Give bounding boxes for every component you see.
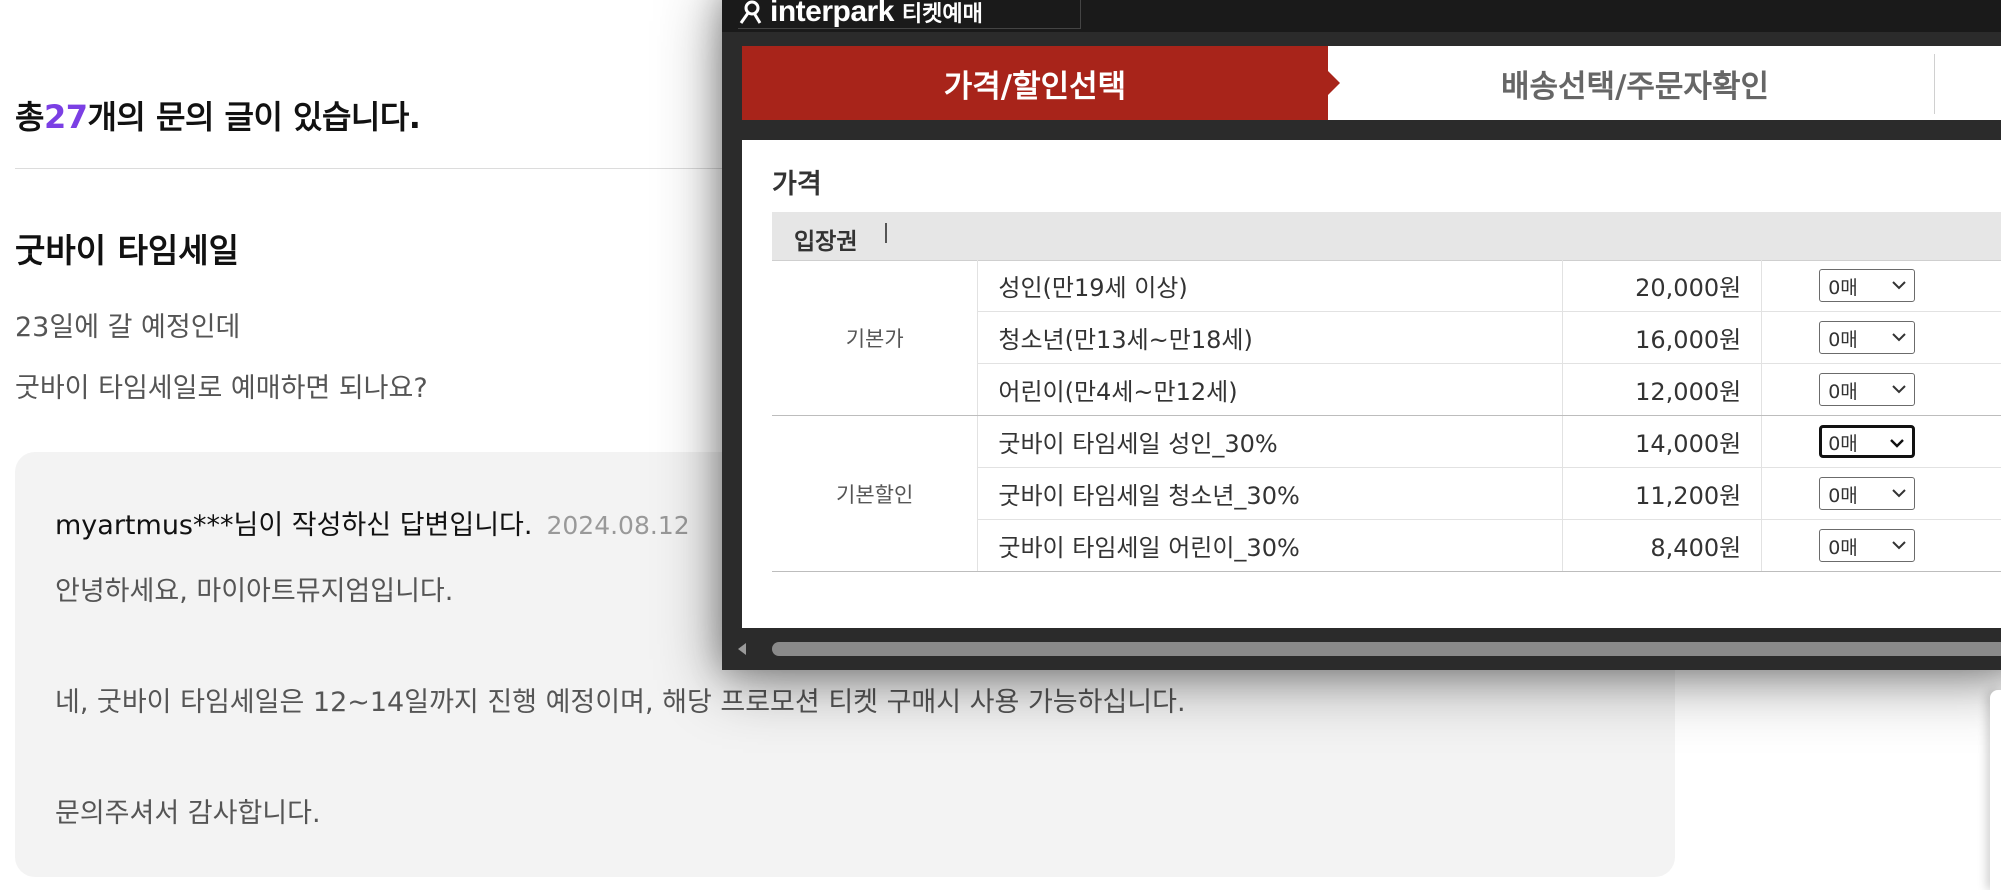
ticket-price: 14,000원 xyxy=(1562,415,1763,468)
table-row: 기본가 성인(만19세 이상) 20,000원 0매 xyxy=(772,260,2001,416)
scrollbar-thumb[interactable] xyxy=(772,642,2001,656)
answer-header: myartmus***님이 작성하신 답변입니다. 2024.08.12 xyxy=(55,503,690,542)
logo-subtitle: 티켓예매 xyxy=(901,2,983,27)
quantity-select[interactable]: 0매 xyxy=(1819,373,1916,406)
quantity-cell: 0매 xyxy=(1761,415,2001,468)
chevron-down-icon xyxy=(1892,541,1906,550)
ticket-name: 성인(만19세 이상) xyxy=(977,260,1563,312)
ticket-price: 12,000원 xyxy=(1562,363,1763,416)
scroll-left-arrow-icon[interactable] xyxy=(734,641,750,657)
inquiry-count-heading: 총27개의 문의 글이 있습니다. xyxy=(15,92,421,138)
interpark-logo-icon xyxy=(739,0,762,24)
count-prefix: 총 xyxy=(15,98,44,136)
answer-line-3: 문의주셔서 감사합니다. xyxy=(55,798,321,829)
background-panel-edge xyxy=(1990,690,2001,890)
logo-text: interpark xyxy=(770,0,894,28)
chevron-down-icon xyxy=(1892,333,1906,342)
header-bar-divider xyxy=(885,223,887,243)
quantity-select[interactable]: 0매 xyxy=(1819,477,1916,510)
quantity-cell: 0매 xyxy=(1761,519,2001,572)
quantity-select[interactable]: 0매 xyxy=(1819,529,1916,562)
popup-titlebar[interactable]: interpark 티켓예매 xyxy=(722,0,2001,32)
count-number: 27 xyxy=(43,98,88,136)
chevron-down-icon xyxy=(1892,489,1906,498)
quantity-select[interactable]: 0매 xyxy=(1819,269,1916,302)
quantity-cell: 0매 xyxy=(1761,363,2001,416)
price-section-title: 가격 xyxy=(772,169,822,200)
quantity-select-focused[interactable]: 0매 xyxy=(1819,425,1916,458)
ticket-type-header: 입장권 xyxy=(772,212,2001,261)
question-line-1: 23일에 갈 예정인데 xyxy=(15,312,241,343)
ticket-name: 어린이(만4세~만12세) xyxy=(977,363,1563,416)
ticket-price: 20,000원 xyxy=(1562,260,1763,312)
quantity-cell: 0매 xyxy=(1761,467,2001,520)
ticket-name: 굿바이 타임세일 청소년_30% xyxy=(977,467,1563,520)
quantity-value: 0매 xyxy=(1828,277,1858,299)
table-row: 기본할인 굿바이 타임세일 성인_30% 14,000원 0매 xyxy=(772,415,2001,572)
horizontal-scrollbar[interactable] xyxy=(722,636,2001,662)
ticket-popup-window: interpark 티켓예매 가격/할인선택 배송선택/주문자확인 가격 입장권… xyxy=(722,0,2001,670)
quantity-select[interactable]: 0매 xyxy=(1819,321,1916,354)
tab-price-discount[interactable]: 가격/할인선택 xyxy=(742,46,1328,120)
ticket-name: 청소년(만13세~만18세) xyxy=(977,311,1563,364)
question-title: 굿바이 타임세일 xyxy=(15,231,240,270)
quantity-cell: 0매 xyxy=(1761,260,2001,312)
ticket-price: 11,200원 xyxy=(1562,467,1763,520)
answer-line-2: 네, 굿바이 타임세일은 12~14일까지 진행 예정이며, 해당 프로모션 티… xyxy=(55,687,1186,718)
ticket-type-label: 입장권 xyxy=(794,229,858,255)
chevron-down-icon xyxy=(1892,281,1906,290)
answer-author: myartmus***님이 작성하신 답변입니다. xyxy=(55,510,533,541)
active-tab-arrow xyxy=(1328,71,1340,95)
tab-delivery-order[interactable]: 배송선택/주문자확인 xyxy=(1340,46,1930,120)
question-line-2: 굿바이 타임세일로 예매하면 되나요? xyxy=(15,373,428,404)
chevron-down-icon xyxy=(1890,439,1905,448)
category-basic-discount: 기본할인 xyxy=(772,415,979,572)
quantity-value: 0매 xyxy=(1828,329,1858,351)
chevron-down-icon xyxy=(1892,385,1906,394)
ticket-name: 굿바이 타임세일 성인_30% xyxy=(977,415,1563,468)
category-basic-price: 기본가 xyxy=(772,260,979,416)
ticket-name: 굿바이 타임세일 어린이_30% xyxy=(977,519,1563,572)
price-table: 기본가 성인(만19세 이상) 20,000원 0매 청소년(만13세~만18세… xyxy=(772,260,2001,572)
quantity-value: 0매 xyxy=(1828,537,1858,559)
interpark-logo: interpark 티켓예매 xyxy=(738,0,1081,29)
ticket-price: 8,400원 xyxy=(1562,519,1763,572)
quantity-value: 0매 xyxy=(1828,381,1858,403)
quantity-cell: 0매 xyxy=(1761,311,2001,364)
price-content: 가격 입장권 기본가 성인(만19세 이상) 20,000원 0매 청소년(만1… xyxy=(742,140,2001,628)
count-suffix: 개의 문의 글이 있습니다. xyxy=(87,98,421,136)
answer-line-1: 안녕하세요, 마이아트뮤지엄입니다. xyxy=(55,576,454,607)
quantity-value: 0매 xyxy=(1828,485,1858,507)
quantity-value: 0매 xyxy=(1828,433,1858,455)
tab-divider xyxy=(1934,54,1935,114)
answer-date: 2024.08.12 xyxy=(546,511,690,540)
ticket-price: 16,000원 xyxy=(1562,311,1763,364)
step-tabs: 가격/할인선택 배송선택/주문자확인 xyxy=(742,46,2001,120)
